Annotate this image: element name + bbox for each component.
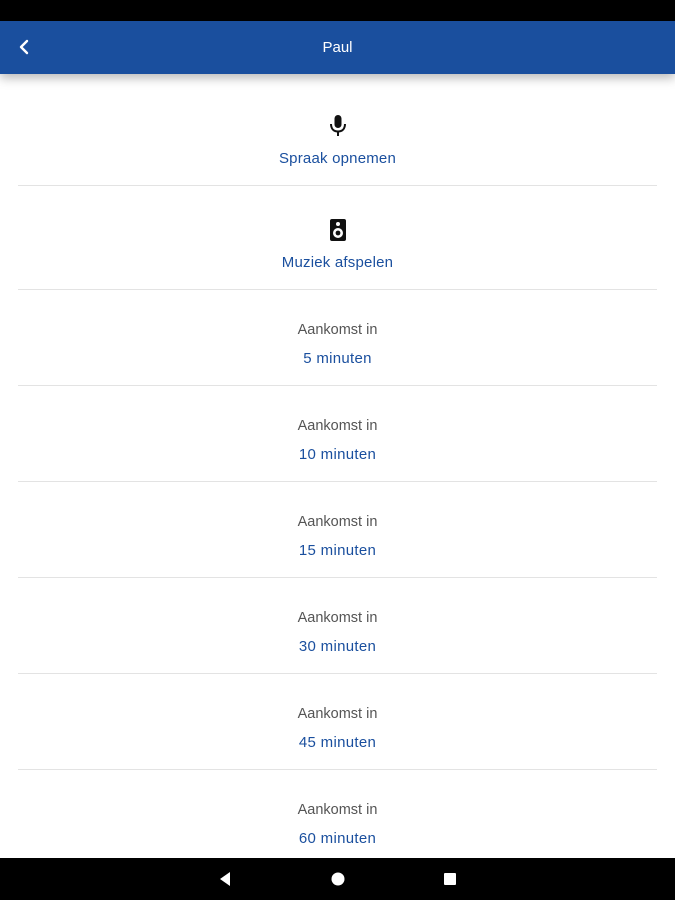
arrival-option-15[interactable]: Aankomst in 15 minuten bbox=[18, 482, 657, 578]
options-list: Spraak opnemen Muziek afspelen Aankomst … bbox=[0, 74, 675, 858]
record-speech-label: Spraak opnemen bbox=[278, 150, 397, 167]
record-speech-item[interactable]: Spraak opnemen bbox=[18, 74, 657, 186]
nav-home-button[interactable] bbox=[325, 866, 351, 892]
arrival-caption: Aankomst in bbox=[297, 514, 378, 530]
app-bar: Paul bbox=[0, 21, 675, 74]
square-recents-icon bbox=[444, 873, 456, 885]
arrival-option-30[interactable]: Aankomst in 30 minuten bbox=[18, 578, 657, 674]
arrival-value: 5 minuten bbox=[303, 350, 372, 367]
arrival-value: 15 minuten bbox=[298, 542, 377, 559]
play-music-item[interactable]: Muziek afspelen bbox=[18, 186, 657, 290]
arrival-caption: Aankomst in bbox=[297, 418, 378, 434]
arrival-caption: Aankomst in bbox=[297, 610, 378, 626]
arrival-caption: Aankomst in bbox=[297, 706, 378, 722]
microphone-icon bbox=[329, 115, 346, 136]
arrival-option-10[interactable]: Aankomst in 10 minuten bbox=[18, 386, 657, 482]
page-title: Paul bbox=[322, 39, 353, 56]
play-music-label: Muziek afspelen bbox=[281, 254, 394, 271]
status-bar bbox=[0, 0, 675, 21]
nav-recents-button[interactable] bbox=[437, 866, 463, 892]
nav-back-button[interactable] bbox=[212, 866, 238, 892]
arrival-caption: Aankomst in bbox=[297, 802, 378, 818]
system-nav-bar bbox=[0, 858, 675, 900]
circle-home-icon bbox=[331, 872, 345, 886]
arrival-value: 60 minuten bbox=[298, 830, 377, 847]
arrival-value: 10 minuten bbox=[298, 446, 377, 463]
speaker-icon bbox=[329, 219, 346, 241]
triangle-back-icon bbox=[220, 872, 230, 886]
arrival-value: 45 minuten bbox=[298, 734, 377, 751]
arrival-option-5[interactable]: Aankomst in 5 minuten bbox=[18, 290, 657, 386]
arrival-option-60[interactable]: Aankomst in 60 minuten bbox=[18, 770, 657, 858]
arrival-option-45[interactable]: Aankomst in 45 minuten bbox=[18, 674, 657, 770]
arrival-value: 30 minuten bbox=[298, 638, 377, 655]
arrival-caption: Aankomst in bbox=[297, 322, 378, 338]
